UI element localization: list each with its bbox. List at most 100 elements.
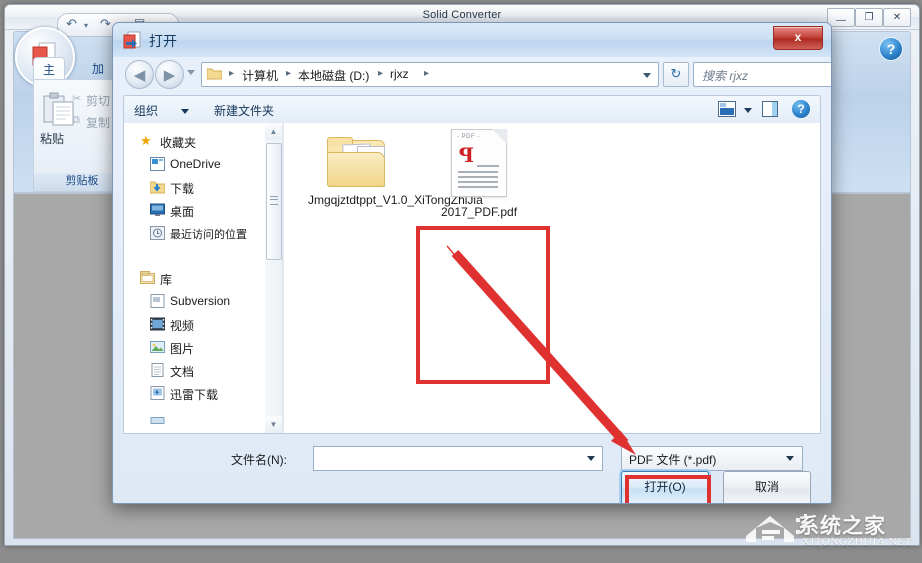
- library-icon: [140, 271, 155, 284]
- back-button[interactable]: ◀: [125, 60, 154, 89]
- thunder-icon: [150, 386, 165, 400]
- minimize-icon: —: [836, 15, 846, 26]
- cut-label: 剪切: [86, 94, 111, 108]
- folder-icon: [327, 135, 389, 187]
- tree-item-label: 视频: [170, 319, 195, 333]
- watermark-subtitle: XITONGZHIJIA.NET: [802, 536, 912, 548]
- breadcrumb-separator: ▸: [229, 68, 235, 79]
- filename-input[interactable]: [313, 446, 603, 471]
- file-item-pdf[interactable]: - PDF - P 2017_PDF.pdf: [424, 129, 534, 220]
- tree-item-label: Subversion: [170, 294, 231, 308]
- undo-dropdown-icon[interactable]: ▾: [84, 21, 88, 30]
- tree-item-thunder-download[interactable]: 迅雷下载: [124, 383, 264, 404]
- help-icon[interactable]: ?: [879, 37, 903, 61]
- back-arrow-icon: ◀: [133, 66, 146, 84]
- organize-button[interactable]: 组织: [134, 102, 158, 119]
- pdf-tag-label: - PDF -: [457, 134, 480, 140]
- tree-item-label: 迅雷下载: [170, 388, 219, 402]
- forward-arrow-icon: ▶: [163, 66, 176, 84]
- breadcrumb-drive[interactable]: 本地磁盘 (D:): [298, 67, 369, 84]
- open-file-dialog: 打开 x ◀ ▶ ▸ 计算机 ▸ 本地磁盘 (D:) ▸ rjxz ▸ ↻ 搜索…: [112, 22, 832, 504]
- computer-icon: [150, 417, 165, 424]
- picture-icon: [150, 341, 165, 353]
- redo-icon[interactable]: ↷: [100, 16, 111, 32]
- breadcrumb-folder[interactable]: rjxz: [390, 67, 409, 81]
- tree-item-label: 最近访问的位置: [170, 229, 247, 241]
- recent-icon: [150, 226, 165, 240]
- address-bar[interactable]: ▸ 计算机 ▸ 本地磁盘 (D:) ▸ rjxz ▸: [201, 62, 659, 87]
- folder-icon: [207, 68, 222, 80]
- preview-pane-icon[interactable]: [762, 101, 778, 117]
- search-placeholder: 搜索 rjxz: [702, 69, 748, 83]
- forward-button[interactable]: ▶: [155, 60, 184, 89]
- minimize-button[interactable]: —: [827, 8, 855, 27]
- tree-item-downloads[interactable]: 下载: [124, 177, 264, 198]
- tree-item-onedrive[interactable]: OneDrive: [124, 154, 264, 175]
- tree-item-label: 库: [160, 273, 173, 287]
- watermark: 系统之家 XITONGZHIJIA.NET: [740, 502, 916, 558]
- breadcrumb-separator: ▸: [378, 68, 384, 79]
- document-icon: [151, 363, 164, 377]
- breadcrumb-computer[interactable]: 计算机: [242, 67, 278, 84]
- filename-label: 文件名(N):: [231, 453, 287, 467]
- file-name-label: 2017_PDF.pdf: [440, 205, 518, 219]
- dialog-close-button[interactable]: x: [773, 26, 823, 50]
- chevron-down-icon[interactable]: [181, 109, 189, 114]
- view-mode-dropdown-icon[interactable]: [744, 108, 752, 113]
- filetype-value: PDF 文件 (*.pdf): [629, 453, 717, 467]
- download-icon: [150, 181, 165, 194]
- scrollbar-thumb[interactable]: [266, 143, 282, 260]
- search-input[interactable]: 搜索 rjxz 🔍: [693, 62, 831, 87]
- scroll-up-button[interactable]: ▲: [265, 123, 282, 140]
- tree-item-documents[interactable]: 文档: [124, 360, 264, 381]
- tab-add[interactable]: 加: [83, 57, 113, 79]
- navigation-row: ◀ ▶ ▸ 计算机 ▸ 本地磁盘 (D:) ▸ rjxz ▸ ↻ 搜索 rjxz…: [113, 57, 831, 91]
- pdf-file-icon: - PDF - P: [451, 129, 507, 197]
- cancel-button[interactable]: 取消: [723, 471, 811, 503]
- navigation-scrollbar[interactable]: ▲ ▼: [265, 123, 283, 433]
- undo-icon[interactable]: ↶: [66, 16, 77, 32]
- tree-item-label: OneDrive: [170, 157, 221, 171]
- close-icon: ✕: [892, 12, 902, 23]
- file-name-label: Jmgqjztdtppt_V1.0_XiTongZhiJia: [308, 193, 483, 207]
- paste-label[interactable]: 粘贴: [40, 130, 64, 147]
- tree-item-libraries[interactable]: 库: [124, 268, 264, 289]
- view-mode-icon[interactable]: [718, 101, 736, 117]
- breadcrumb-separator: ▸: [424, 68, 430, 79]
- tree-item-label: 桌面: [170, 205, 195, 219]
- new-folder-button[interactable]: 新建文件夹: [214, 102, 274, 119]
- dialog-title: 打开: [149, 33, 177, 49]
- recent-locations-icon[interactable]: [187, 70, 195, 75]
- paste-icon: [43, 92, 74, 126]
- scroll-down-button[interactable]: ▼: [265, 416, 282, 433]
- filetype-select[interactable]: PDF 文件 (*.pdf): [621, 446, 803, 471]
- navigation-pane: ★ 收藏夹 OneDrive 下载 桌面 最近访问的位置 库 Subversio…: [124, 123, 264, 433]
- desktop-icon: [150, 203, 165, 216]
- file-list-pane[interactable]: Jmgqjztdtppt_V1.0_XiTongZhiJia - PDF - P…: [283, 123, 820, 433]
- tree-item-favorites[interactable]: ★ 收藏夹: [124, 131, 264, 152]
- maximize-button[interactable]: ❐: [855, 8, 883, 27]
- command-bar: 组织 新建文件夹 ?: [123, 95, 821, 125]
- refresh-button[interactable]: ↻: [663, 62, 689, 87]
- help-icon[interactable]: ?: [792, 100, 810, 118]
- tree-item-pictures[interactable]: 图片: [124, 337, 264, 358]
- onedrive-icon: [150, 157, 165, 171]
- scrollbar-grip: [270, 196, 278, 205]
- tree-item-recent[interactable]: 最近访问的位置: [124, 223, 264, 244]
- folder-doc-icon: [150, 294, 165, 308]
- tree-item-videos[interactable]: 视频: [124, 314, 264, 335]
- address-dropdown-icon[interactable]: [643, 73, 651, 78]
- dialog-content: ★ 收藏夹 OneDrive 下载 桌面 最近访问的位置 库 Subversio…: [123, 123, 821, 434]
- filename-dropdown-icon[interactable]: [587, 456, 595, 461]
- tree-item-subversion[interactable]: Subversion: [124, 291, 264, 312]
- copy-label: 复制: [86, 116, 111, 130]
- close-button[interactable]: ✕: [883, 8, 911, 27]
- tree-item-desktop[interactable]: 桌面: [124, 200, 264, 221]
- copy-icon: ⧉: [72, 114, 80, 126]
- chevron-down-icon[interactable]: [786, 456, 794, 461]
- file-item-folder[interactable]: Jmgqjztdtppt_V1.0_XiTongZhiJia: [308, 135, 483, 208]
- tree-item-partial[interactable]: [124, 411, 264, 432]
- tree-item-label: 文档: [170, 365, 195, 379]
- open-button[interactable]: 打开(O): [621, 471, 709, 503]
- star-icon: ★: [140, 133, 152, 148]
